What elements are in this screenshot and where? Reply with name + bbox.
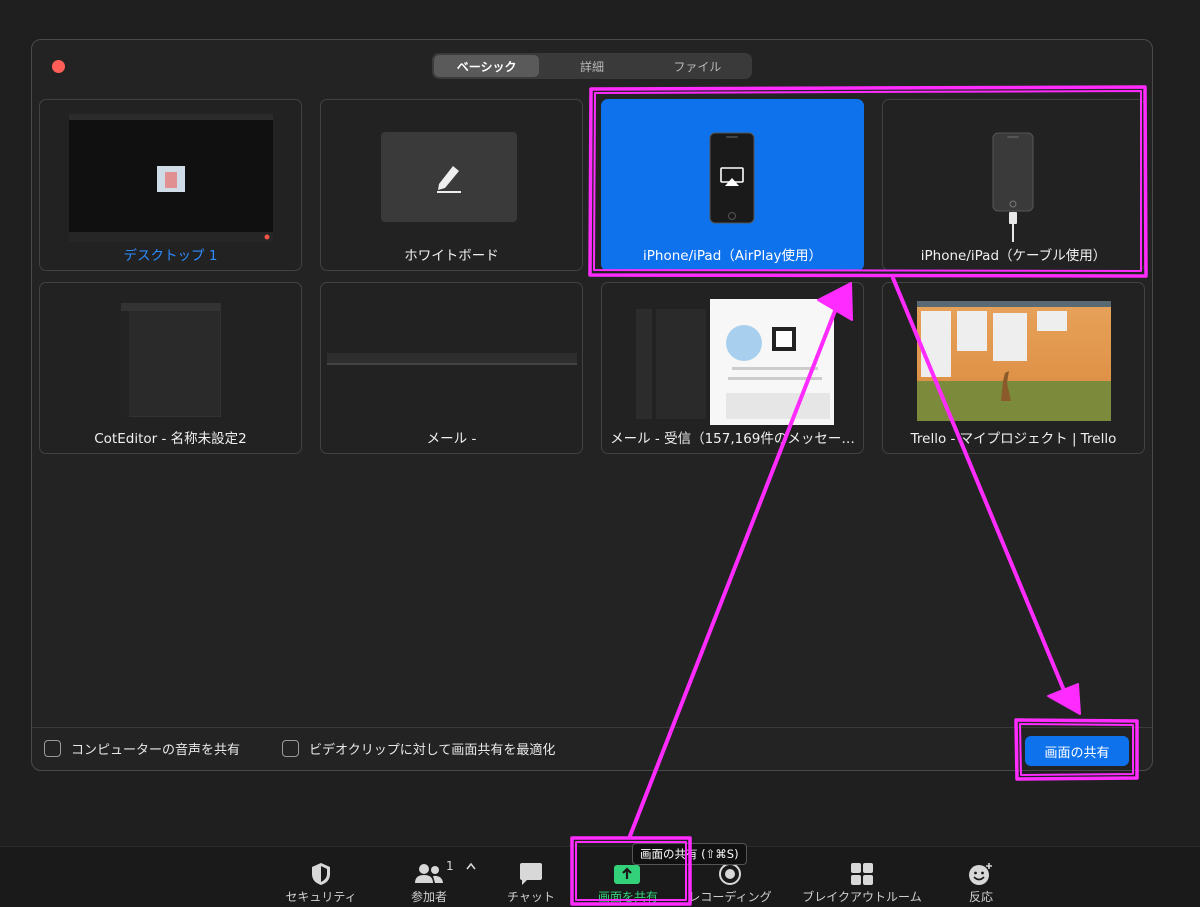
tile-iphone-airplay[interactable]: iPhone/iPad（AirPlay使用）	[601, 99, 864, 271]
emoji-add-icon	[969, 863, 992, 885]
pen-icon	[437, 166, 461, 193]
reactions-button[interactable]: 反応	[956, 853, 1006, 905]
participants-label: 参加者	[410, 890, 447, 904]
record-icon	[719, 863, 741, 885]
chat-label: チャット	[507, 890, 555, 904]
chat-icon	[520, 863, 542, 885]
trello-thumbnail	[917, 301, 1111, 421]
tab-files[interactable]: ファイル	[645, 55, 750, 77]
security-label: セキュリティ	[285, 890, 357, 904]
tile-label: デスクトップ 1	[123, 248, 218, 264]
recording-label: レコーディング	[688, 890, 772, 904]
optimize-video-checkbox[interactable]	[282, 740, 299, 757]
tile-mail[interactable]: メール -	[320, 282, 583, 454]
tab-advanced[interactable]: 詳細	[539, 55, 644, 77]
breakout-grid-icon	[851, 863, 873, 885]
tile-trello[interactable]: Trello - マイプロジェクト | Trello	[882, 282, 1145, 454]
share-audio-option[interactable]: コンピューターの音声を共有	[44, 739, 240, 758]
tab-bar: ベーシック 詳細 ファイル	[432, 53, 752, 79]
tile-mail-inbox[interactable]: メール - 受信（157,169件のメッセー…	[601, 282, 864, 454]
tile-label: メール -	[426, 431, 477, 447]
tile-label: メール - 受信（157,169件のメッセー…	[610, 431, 855, 447]
tile-whiteboard[interactable]: ホワイトボード	[320, 99, 583, 271]
breakout-rooms-button[interactable]: ブレイクアウトルーム	[796, 853, 928, 905]
share-screen-icon	[614, 865, 640, 884]
phone-airplay-icon	[709, 132, 755, 224]
close-button[interactable]	[52, 60, 65, 73]
share-screen-dialog: ベーシック 詳細 ファイル デスクトップ 1 ホワイトボード iPhone/iP…	[31, 39, 1153, 771]
chevron-up-icon[interactable]	[465, 861, 477, 871]
tile-iphone-cable[interactable]: iPhone/iPad（ケーブル使用）	[882, 99, 1145, 271]
tile-label: ホワイトボード	[404, 248, 499, 264]
optimize-video-option[interactable]: ビデオクリップに対して画面共有を最適化	[282, 739, 555, 758]
tile-label: iPhone/iPad（ケーブル使用）	[920, 248, 1107, 264]
tile-label: iPhone/iPad（AirPlay使用）	[643, 248, 822, 264]
tile-label: Trello - マイプロジェクト | Trello	[910, 431, 1117, 447]
desktop-thumbnail	[69, 114, 273, 242]
footer-divider	[32, 727, 1152, 728]
share-button[interactable]: 画面の共有	[1025, 736, 1129, 766]
tile-label: CotEditor - 名称未設定2	[94, 431, 247, 447]
mail-inbox-thumbnail	[632, 299, 834, 425]
share-screen-label: 画面を共有	[597, 890, 658, 904]
tile-coteditor[interactable]: CotEditor - 名称未設定2	[39, 282, 302, 454]
optimize-video-label: ビデオクリップに対して画面共有を最適化	[309, 743, 556, 758]
tile-desktop[interactable]: デスクトップ 1	[39, 99, 302, 271]
security-button[interactable]: セキュリティ	[280, 853, 362, 905]
shield-icon	[312, 863, 330, 885]
participants-icon	[415, 864, 443, 883]
breakout-label: ブレイクアウトルーム	[802, 890, 922, 904]
phone-cable-icon	[992, 132, 1034, 242]
participants-count: 1	[446, 859, 454, 873]
share-shortcut-tooltip: 画面の共有 (⇧⌘S)	[632, 843, 747, 865]
meeting-toolbar: セキュリティ 参加者 1 チャット 画面を共有 レコーディング ブレイクアウトル…	[0, 846, 1200, 907]
chat-button[interactable]: チャット	[500, 853, 562, 905]
share-audio-label: コンピューターの音声を共有	[71, 743, 241, 758]
tab-basic[interactable]: ベーシック	[434, 55, 540, 77]
coteditor-thumbnail	[121, 303, 221, 417]
share-audio-checkbox[interactable]	[44, 740, 61, 757]
mail-thumbnail	[327, 353, 577, 365]
reactions-label: 反応	[968, 890, 993, 904]
